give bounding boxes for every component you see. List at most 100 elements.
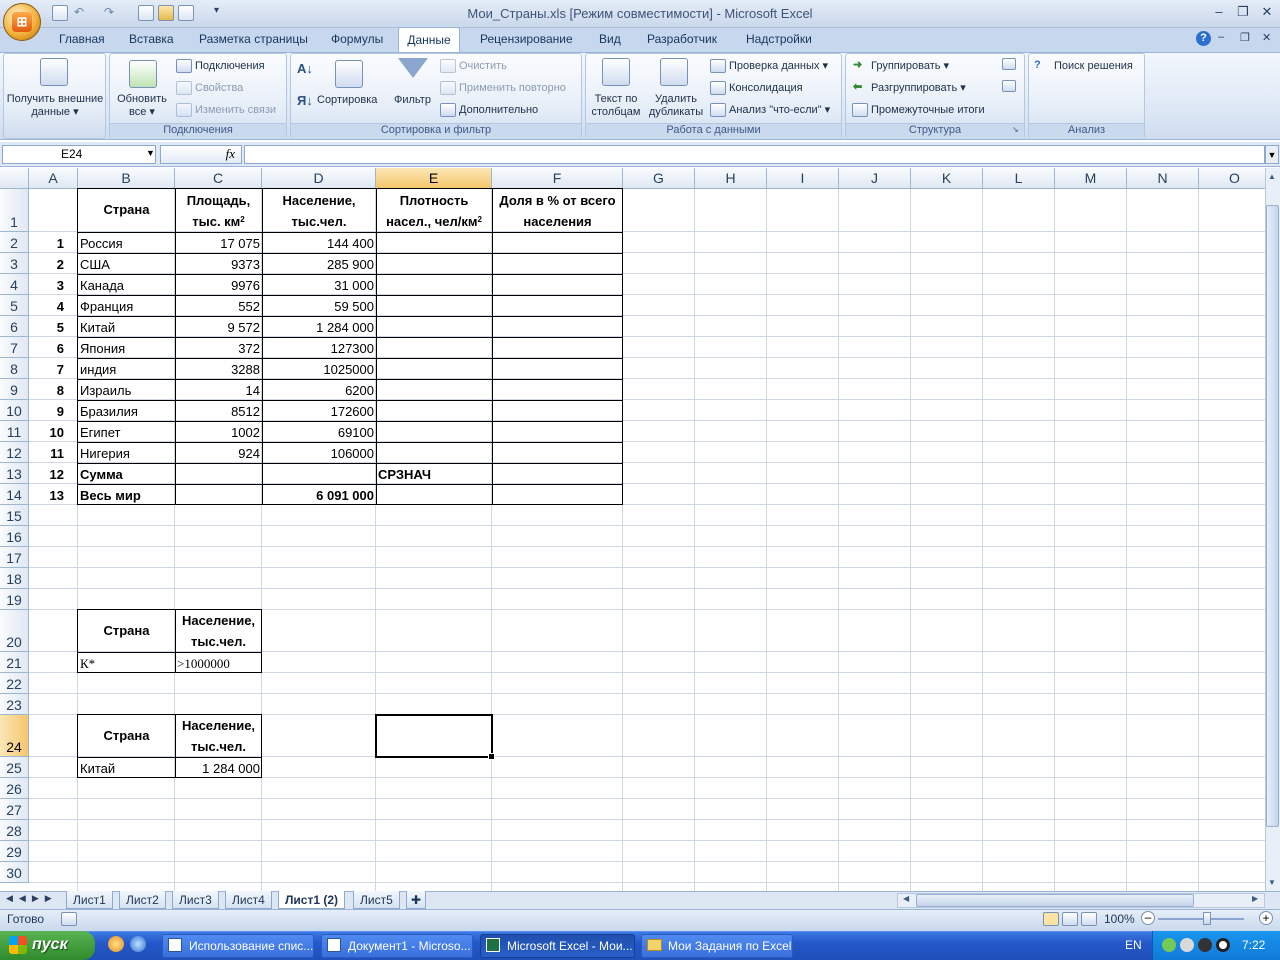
share-value[interactable] — [492, 400, 623, 421]
task-word-doc-2[interactable]: Документ1 - Microso... — [321, 934, 473, 958]
country-name[interactable]: Бразилия — [78, 400, 175, 421]
area-value[interactable]: 8512 — [175, 400, 262, 421]
get-external-data-button[interactable]: Получить внешние данные ▾ — [4, 93, 106, 119]
sum-label[interactable]: Сумма — [78, 463, 175, 484]
row-number[interactable]: 2 — [29, 253, 78, 274]
scroll-up-icon[interactable]: ▲ — [1268, 172, 1276, 181]
world-population[interactable]: 6 091 000 — [262, 484, 376, 505]
zoom-out-icon[interactable]: – — [1141, 911, 1155, 925]
data-validation-button[interactable]: Проверка данных ▾ — [729, 60, 828, 73]
population-value[interactable]: 59 500 — [262, 295, 376, 316]
consolidate-button[interactable]: Консолидация — [729, 82, 803, 95]
population-value[interactable]: 31 000 — [262, 274, 376, 295]
density-value[interactable] — [376, 442, 492, 463]
result-population[interactable]: 1 284 000 — [175, 757, 262, 778]
sort-az-icon[interactable]: A↓ — [297, 62, 313, 75]
row-header-6[interactable]: 6 — [0, 316, 29, 337]
tab-data[interactable]: Данные — [398, 27, 460, 53]
column-header-k[interactable]: K — [911, 168, 983, 189]
criteria-header-country[interactable]: Страна — [78, 610, 175, 652]
tab-addins[interactable]: Надстройки — [746, 32, 812, 52]
ribbon-close-icon[interactable]: ✕ — [1262, 31, 1271, 44]
column-header-l[interactable]: L — [983, 168, 1055, 189]
column-header-g[interactable]: G — [623, 168, 695, 189]
country-name[interactable]: Франция — [78, 295, 175, 316]
column-header-n[interactable]: N — [1127, 168, 1199, 189]
row-header-23[interactable]: 23 — [0, 694, 29, 715]
row-header-18[interactable]: 18 — [0, 568, 29, 589]
text-to-columns-button[interactable]: Текст по столбцам — [588, 93, 644, 119]
row-number[interactable]: 9 — [29, 400, 78, 421]
population-value[interactable]: 1 284 000 — [262, 316, 376, 337]
vertical-scroll-thumb[interactable] — [1266, 205, 1279, 827]
population-value[interactable]: 144 400 — [262, 232, 376, 253]
insert-sheet-icon[interactable]: ✚ — [406, 891, 427, 909]
zoom-level[interactable]: 100% — [1104, 912, 1135, 926]
outline-launcher-icon[interactable]: ↘ — [1012, 125, 1019, 134]
sort-za-icon[interactable]: Я↓ — [297, 94, 313, 107]
sheet-tab-1[interactable]: Лист1 — [66, 891, 113, 909]
row-number[interactable]: 6 — [29, 337, 78, 358]
area-value[interactable]: 14 — [175, 379, 262, 400]
area-value[interactable]: 9373 — [175, 253, 262, 274]
tab-view[interactable]: Вид — [599, 32, 621, 52]
row-header-22[interactable]: 22 — [0, 673, 29, 694]
row-number[interactable]: 8 — [29, 379, 78, 400]
subtotal-button[interactable]: Промежуточные итоги — [871, 104, 985, 117]
density-value[interactable] — [376, 337, 492, 358]
row-header-9[interactable]: 9 — [0, 379, 29, 400]
criteria-country[interactable]: К* — [78, 652, 175, 673]
tab-page-layout[interactable]: Разметка страницы — [199, 32, 308, 52]
worksheet-grid[interactable]: ABCDEFGHIJKLMNO 1 2 3 4 5 6 7 8 9 10 11 12 13 14 15 16 1… — [0, 168, 1265, 891]
row-header-29[interactable]: 29 — [0, 841, 29, 862]
task-folder[interactable]: Мои Задания по Excel — [641, 934, 793, 958]
tab-insert[interactable]: Вставка — [129, 32, 174, 52]
zoom-slider-thumb[interactable] — [1203, 912, 1211, 925]
column-header-a[interactable]: A — [29, 168, 78, 189]
share-value[interactable] — [492, 337, 623, 358]
density-value[interactable] — [376, 274, 492, 295]
task-word-doc-1[interactable]: Использование спис... — [162, 934, 314, 958]
page-break-view-icon[interactable] — [1081, 912, 1097, 926]
clear-button[interactable]: Очистить — [459, 60, 507, 73]
ribbon-restore-icon[interactable]: ❐ — [1240, 31, 1250, 44]
tray-antivirus-icon[interactable] — [1198, 938, 1212, 952]
row-number[interactable]: 4 — [29, 295, 78, 316]
tab-home[interactable]: Главная — [59, 32, 105, 52]
what-if-button[interactable]: Анализ "что-если" ▾ — [729, 104, 830, 117]
density-value[interactable] — [376, 421, 492, 442]
density-value[interactable] — [376, 400, 492, 421]
row-header-20[interactable]: 20 — [0, 610, 29, 652]
row-header-11[interactable]: 11 — [0, 421, 29, 442]
row-number[interactable]: 11 — [29, 442, 78, 463]
sheet-tab-5[interactable]: Лист5 — [353, 891, 400, 909]
row-number[interactable]: 3 — [29, 274, 78, 295]
row-number[interactable]: 10 — [29, 421, 78, 442]
zoom-in-icon[interactable]: + — [1259, 911, 1273, 925]
row-header-5[interactable]: 5 — [0, 295, 29, 316]
scroll-right-icon[interactable]: ▶ — [1252, 894, 1258, 903]
scroll-left-icon[interactable]: ◀ — [903, 894, 909, 903]
share-value[interactable] — [492, 358, 623, 379]
population-value[interactable]: 127300 — [262, 337, 376, 358]
row-header-14[interactable]: 14 — [0, 484, 29, 505]
tab-review[interactable]: Рецензирование — [480, 32, 573, 52]
filter-button[interactable]: Фильтр — [394, 94, 431, 107]
row-header-3[interactable]: 3 — [0, 253, 29, 274]
ribbon-minimize-icon[interactable]: – — [1218, 31, 1224, 43]
office-button[interactable]: ⊞ — [3, 3, 41, 41]
column-header-b[interactable]: B — [78, 168, 175, 189]
area-value[interactable]: 1002 — [175, 421, 262, 442]
minimize-icon[interactable]: – — [1208, 4, 1230, 22]
row-header-4[interactable]: 4 — [0, 274, 29, 295]
sheet-tab-2[interactable]: Лист2 — [119, 891, 166, 909]
density-value[interactable] — [376, 295, 492, 316]
row-header-8[interactable]: 8 — [0, 358, 29, 379]
name-box-dropdown-icon[interactable]: ▼ — [146, 148, 155, 158]
density-value[interactable] — [376, 358, 492, 379]
tab-formulas[interactable]: Формулы — [331, 32, 383, 52]
density-value[interactable] — [376, 232, 492, 253]
country-name[interactable]: Канада — [78, 274, 175, 295]
share-value[interactable] — [492, 421, 623, 442]
quicklaunch-desktop-icon[interactable] — [108, 936, 124, 952]
